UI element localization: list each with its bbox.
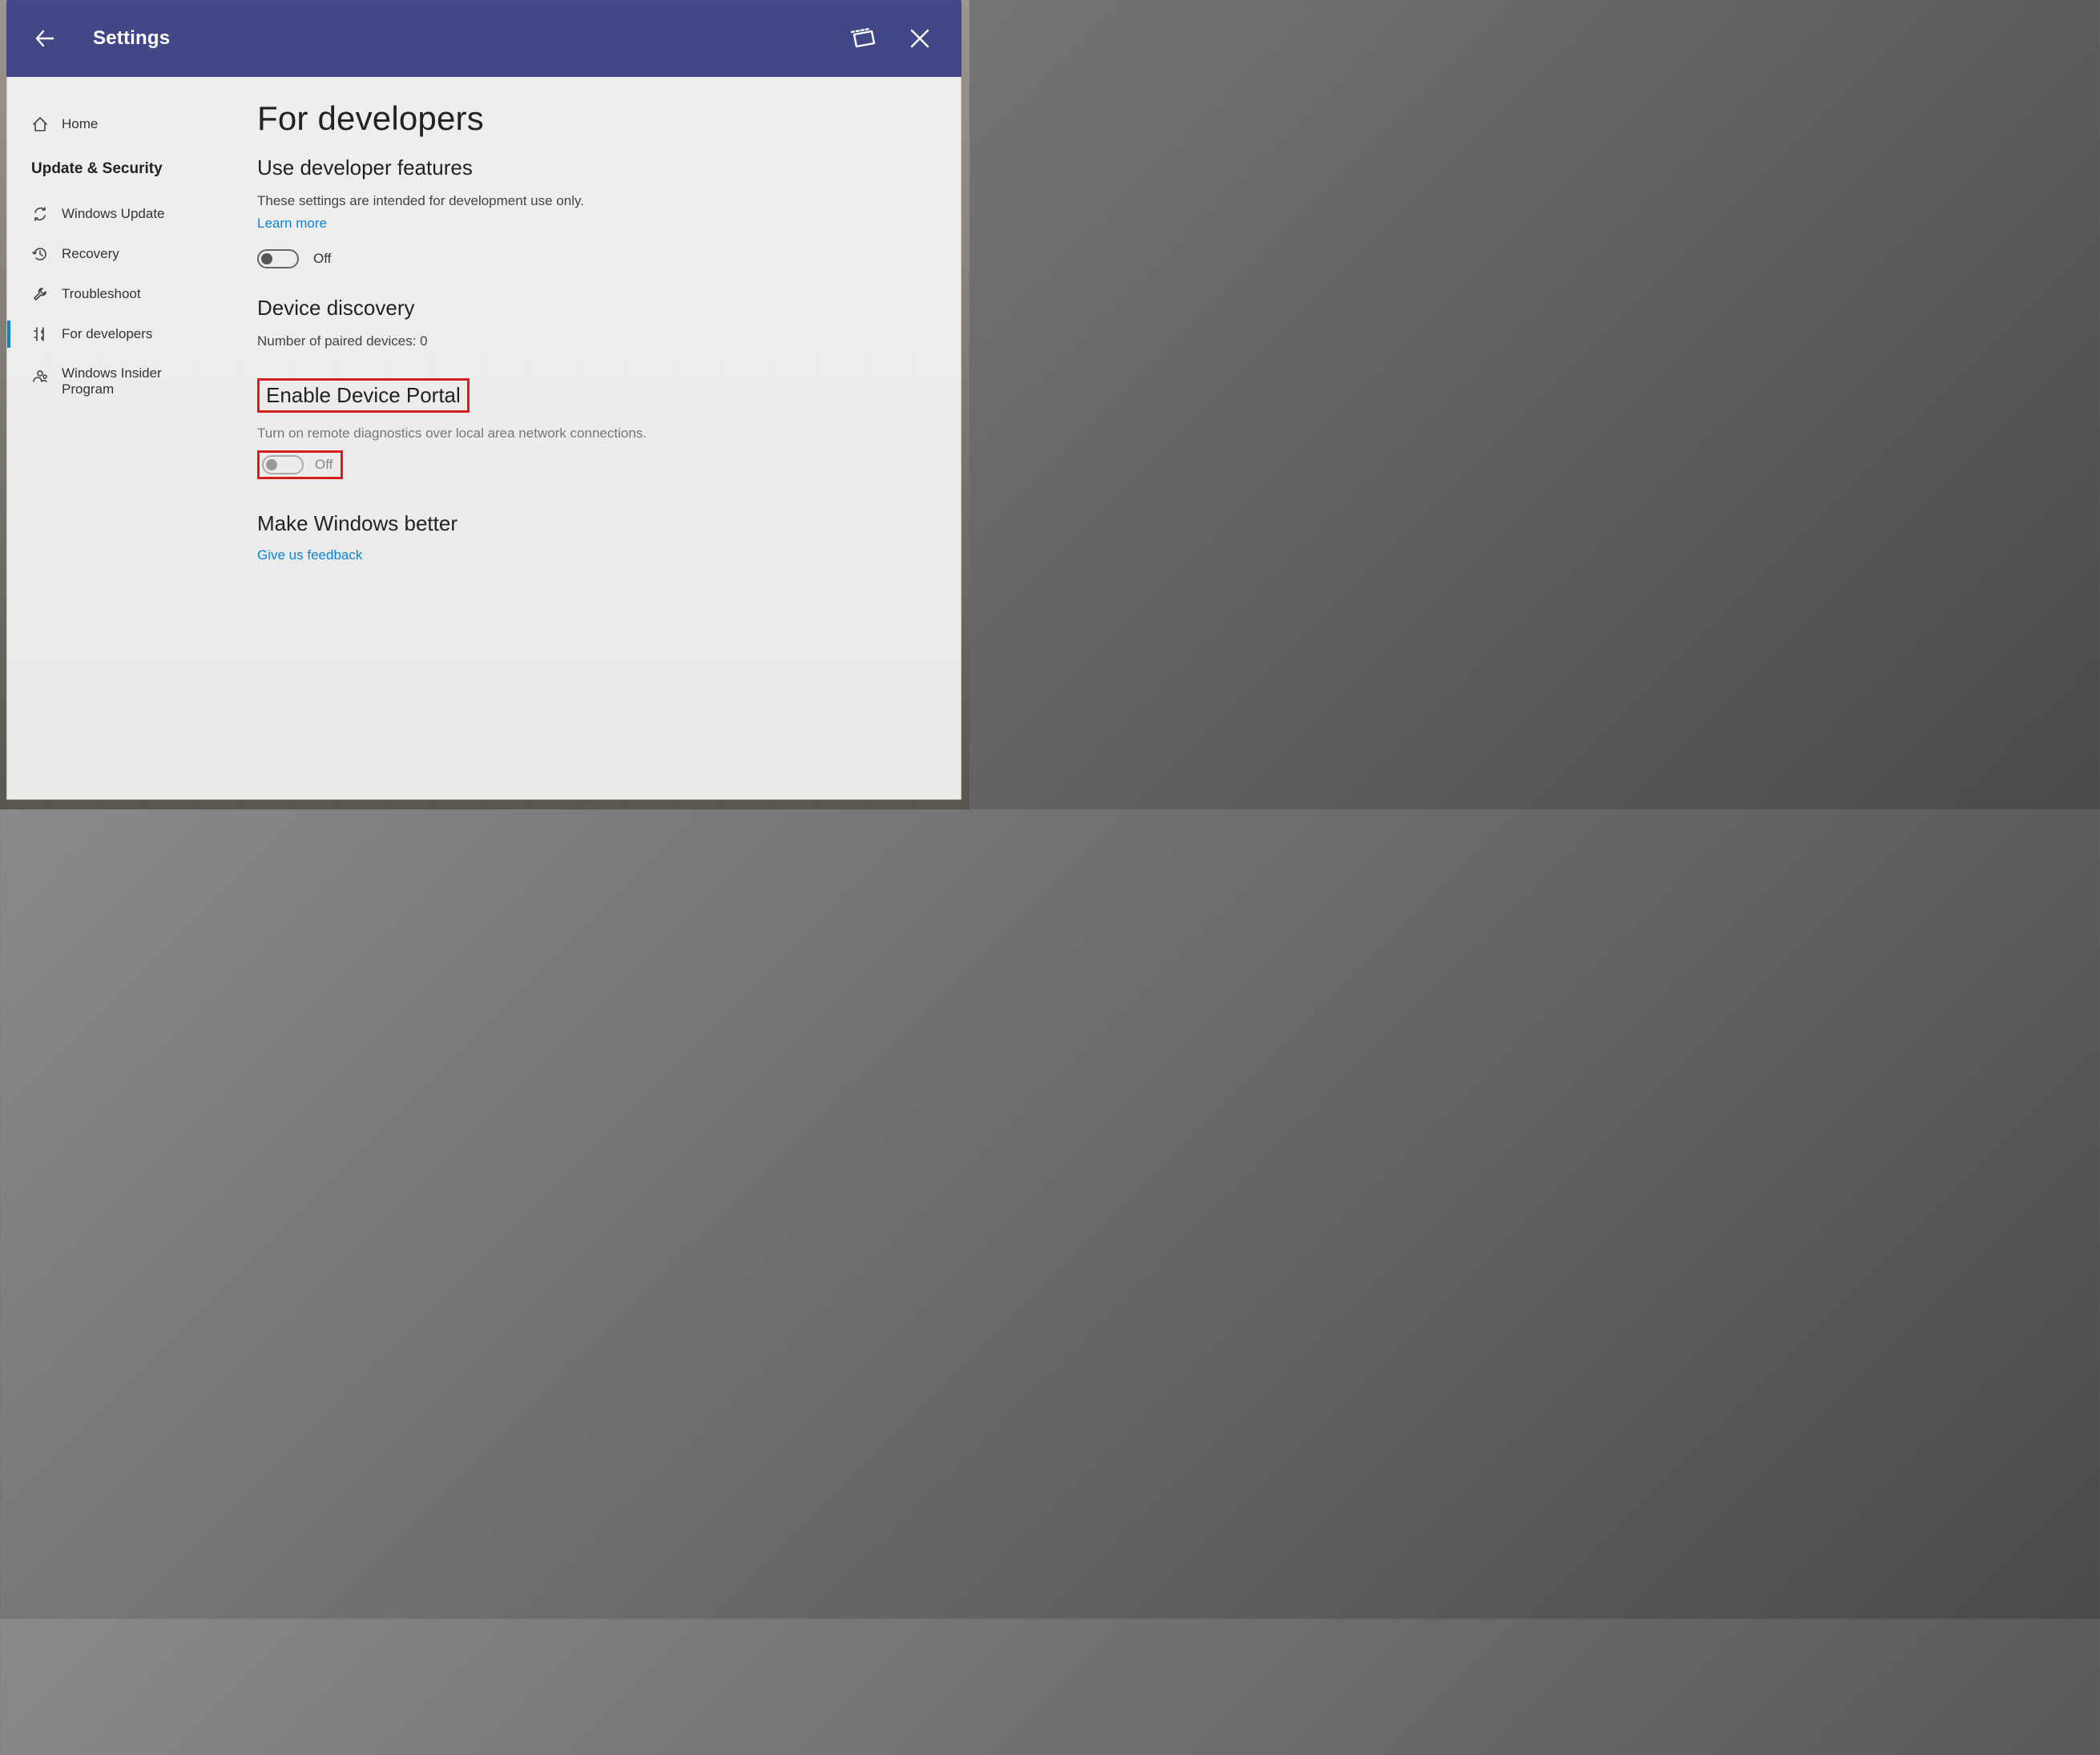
dev-features-toggle-label: Off [313, 251, 331, 267]
page-title: For developers [257, 99, 924, 138]
learn-more-link[interactable]: Learn more [257, 216, 327, 231]
sidebar-home-label: Home [62, 116, 98, 132]
device-portal-toggle[interactable] [262, 455, 304, 474]
main-panel: For developers Use developer features Th… [230, 77, 961, 799]
sidebar-item-label: For developers [62, 326, 152, 342]
follow-me-button[interactable] [844, 19, 883, 58]
dev-features-desc: These settings are intended for developm… [257, 192, 924, 211]
sidebar-home[interactable]: Home [7, 104, 230, 144]
section-device-discovery: Device discovery [257, 296, 924, 321]
sidebar-item-windows-update[interactable]: Windows Update [7, 194, 230, 234]
sidebar-section-header: Update & Security [7, 144, 230, 194]
wrench-icon [31, 285, 49, 303]
section-feedback: Make Windows better [257, 511, 924, 536]
sidebar-item-insider[interactable]: Windows Insider Program [7, 354, 230, 409]
sidebar-item-label: Windows Insider Program [62, 365, 190, 397]
paired-devices-count: Number of paired devices: 0 [257, 332, 924, 351]
highlight-box-toggle: Off [257, 450, 343, 479]
window-title: Settings [93, 27, 170, 50]
titlebar: Settings [6, 0, 961, 77]
follow-me-icon [850, 26, 877, 50]
section-dev-features: Use developer features [257, 155, 924, 180]
sidebar-item-recovery[interactable]: Recovery [7, 234, 230, 274]
give-feedback-link[interactable]: Give us feedback [257, 547, 362, 563]
close-button[interactable] [901, 19, 939, 58]
close-icon [909, 27, 931, 50]
device-portal-toggle-label: Off [315, 457, 333, 473]
history-icon [31, 245, 49, 263]
back-arrow-icon [32, 25, 59, 52]
sidebar-item-label: Troubleshoot [62, 286, 141, 302]
section-device-portal: Enable Device Portal [266, 383, 461, 408]
sidebar-item-for-developers[interactable]: For developers [7, 314, 230, 354]
sidebar: Home Update & Security Windows Update Re… [7, 77, 230, 799]
highlight-box-heading: Enable Device Portal [257, 378, 470, 413]
device-portal-desc: Turn on remote diagnostics over local ar… [257, 424, 924, 443]
settings-window: Settings Home Update & Security [6, 0, 961, 800]
sidebar-item-troubleshoot[interactable]: Troubleshoot [7, 274, 230, 314]
tools-icon [31, 325, 49, 343]
home-icon [31, 115, 49, 133]
back-button[interactable] [29, 22, 62, 55]
sidebar-item-label: Recovery [62, 246, 119, 262]
content-area: Home Update & Security Windows Update Re… [6, 77, 961, 800]
insider-icon [31, 367, 49, 385]
sync-icon [31, 205, 49, 223]
sidebar-item-label: Windows Update [62, 206, 165, 222]
dev-features-toggle[interactable] [257, 249, 299, 268]
